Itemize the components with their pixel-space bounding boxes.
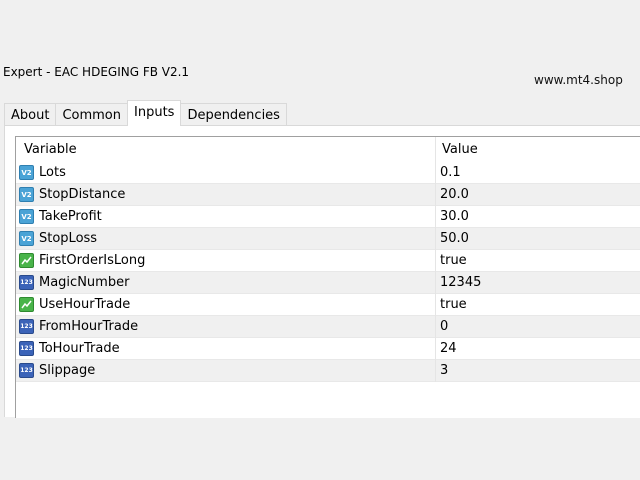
value-cell[interactable]: 12345 (436, 272, 481, 294)
table-row[interactable]: 123 MagicNumber 12345 (16, 271, 640, 294)
column-header-value[interactable]: Value (436, 137, 478, 162)
bool-var-icon (19, 297, 34, 312)
int-var-icon: 123 (19, 319, 34, 334)
tab-about[interactable]: About (4, 103, 57, 126)
variable-name: UseHourTrade (39, 297, 131, 312)
double-var-icon: V2 (19, 209, 34, 224)
table-row[interactable]: 123 Slippage 3 (16, 359, 640, 382)
variable-name: ToHourTrade (39, 341, 120, 356)
double-var-icon: V2 (19, 187, 34, 202)
table-row[interactable]: V2 StopDistance 20.0 (16, 183, 640, 206)
table-row[interactable]: UseHourTrade true (16, 293, 640, 316)
int-var-icon: 123 (19, 275, 34, 290)
variable-cell: 123 MagicNumber (16, 271, 436, 294)
value-cell[interactable]: 30.0 (436, 206, 469, 228)
table-header: Variable Value (16, 137, 640, 162)
column-header-variable[interactable]: Variable (16, 137, 436, 162)
tab-inputs[interactable]: Inputs (127, 100, 182, 126)
table-row[interactable]: V2 Lots 0.1 (16, 161, 640, 184)
variable-name: MagicNumber (39, 275, 130, 290)
value-cell[interactable]: true (436, 294, 467, 316)
tab-dependencies[interactable]: Dependencies (180, 103, 287, 126)
table-row[interactable]: V2 TakeProfit 30.0 (16, 205, 640, 228)
value-cell[interactable]: 24 (436, 338, 457, 360)
double-var-icon: V2 (19, 231, 34, 246)
variable-cell: V2 TakeProfit (16, 205, 436, 228)
table-row[interactable]: FirstOrderIsLong true (16, 249, 640, 272)
variable-name: StopLoss (39, 231, 98, 246)
window-title: Expert - EAC HDEGING FB V2.1 (3, 65, 190, 79)
int-var-icon: 123 (19, 363, 34, 378)
variable-name: TakeProfit (39, 209, 102, 224)
expert-properties-window: Expert - EAC HDEGING FB V2.1 www.mt4.sho… (0, 0, 640, 480)
double-var-icon: V2 (19, 165, 34, 180)
variable-name: Slippage (39, 363, 96, 378)
value-cell[interactable]: 0 (436, 316, 448, 338)
value-cell[interactable]: 20.0 (436, 184, 469, 206)
watermark-text: www.mt4.shop (534, 73, 623, 87)
tab-bar: About Common Inputs Dependencies (4, 100, 287, 126)
bool-var-icon (19, 253, 34, 268)
variable-cell: V2 Lots (16, 161, 436, 184)
variable-name: FromHourTrade (39, 319, 139, 334)
value-cell[interactable]: true (436, 250, 467, 272)
variable-name: Lots (39, 165, 66, 180)
value-cell[interactable]: 0.1 (436, 162, 461, 184)
value-cell[interactable]: 3 (436, 360, 448, 382)
variable-cell: 123 Slippage (16, 359, 436, 382)
int-var-icon: 123 (19, 341, 34, 356)
variable-cell: FirstOrderIsLong (16, 249, 436, 272)
table-row[interactable]: 123 FromHourTrade 0 (16, 315, 640, 338)
table-row[interactable]: 123 ToHourTrade 24 (16, 337, 640, 360)
variable-cell: 123 ToHourTrade (16, 337, 436, 360)
variable-cell: V2 StopLoss (16, 227, 436, 250)
table-body: V2 Lots 0.1 V2 StopDistance 20.0 V2 Take… (16, 161, 640, 382)
variable-cell: 123 FromHourTrade (16, 315, 436, 338)
variable-name: FirstOrderIsLong (39, 253, 146, 268)
inputs-panel: Variable Value V2 Lots 0.1 V2 StopDistan… (4, 125, 640, 418)
variable-cell: V2 StopDistance (16, 183, 436, 206)
tab-common[interactable]: Common (55, 103, 128, 126)
value-cell[interactable]: 50.0 (436, 228, 469, 250)
variable-cell: UseHourTrade (16, 293, 436, 316)
table-row[interactable]: V2 StopLoss 50.0 (16, 227, 640, 250)
variable-name: StopDistance (39, 187, 126, 202)
inputs-table: Variable Value V2 Lots 0.1 V2 StopDistan… (15, 136, 640, 418)
